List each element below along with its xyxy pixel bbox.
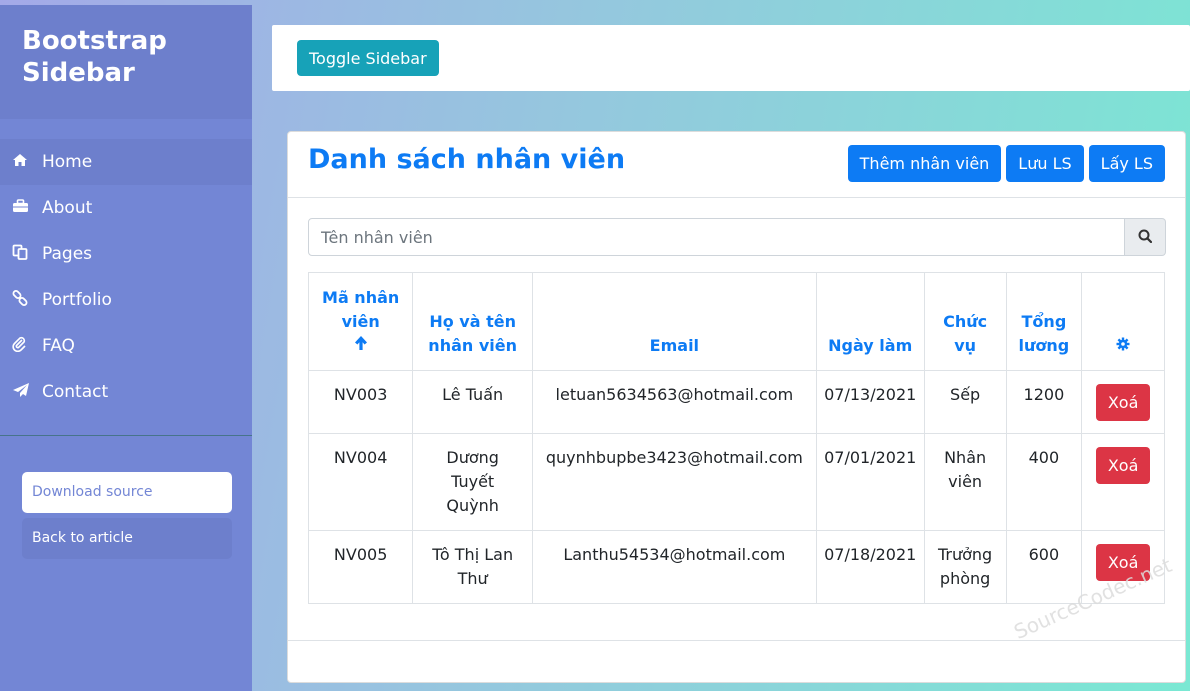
toggle-sidebar-button[interactable]: Toggle Sidebar [297, 40, 439, 76]
cell-name-text: Tô Thị Lan Thư [432, 545, 514, 588]
paperclip-icon [12, 336, 42, 356]
sidebar-item-faq[interactable]: FAQ [0, 323, 252, 369]
card-header: Danh sách nhân viên Thêm nhân viên Lưu L… [288, 132, 1185, 198]
sidebar-item-home[interactable]: Home [0, 139, 252, 185]
cell-actions: Xoá [1081, 433, 1165, 531]
sidebar-header: Bootstrap Sidebar [0, 5, 252, 119]
column-header-date[interactable]: Ngày làm [815, 272, 925, 371]
delete-button[interactable]: Xoá [1095, 447, 1151, 484]
load-local-storage-button[interactable]: Lấy LS [1088, 145, 1165, 182]
cell-role: Trưởng phòng [923, 530, 1007, 604]
sidebar-nav: Home About Pages Portfolio FAQ Contact [0, 139, 252, 415]
cell-salary: 400 [1005, 433, 1083, 531]
sidebar-item-label: Pages [42, 244, 93, 264]
column-header-label: Ngày làm [828, 336, 913, 355]
column-header-id[interactable]: Mã nhân viên [307, 272, 414, 371]
header-actions: Thêm nhân viên Lưu LS Lấy LS [847, 145, 1165, 182]
sort-arrow-up-icon [317, 334, 404, 358]
cell-id: NV003 [307, 370, 414, 434]
column-header-email[interactable]: Email [531, 272, 817, 371]
sidebar-item-portfolio[interactable]: Portfolio [0, 277, 252, 323]
column-header-label: Họ và tên nhân viên [428, 312, 517, 355]
cell-salary: 1200 [1005, 370, 1083, 434]
cell-date: 07/18/2021 [815, 530, 925, 604]
table-row: NV003 Lê Tuấn letuan5634563@hotmail.com … [307, 370, 1165, 434]
sidebar-item-label: Portfolio [42, 290, 112, 310]
card-footer [288, 640, 1185, 641]
cell-name: Dương Tuyết Quỳnh [412, 433, 533, 531]
sidebar-item-pages[interactable]: Pages [0, 231, 252, 277]
employee-card: Danh sách nhân viên Thêm nhân viên Lưu L… [287, 131, 1186, 683]
column-header-label: Tổng lương [1018, 312, 1070, 355]
column-header-label: Mã nhân viên [322, 288, 400, 331]
employee-table: Mã nhân viên Họ và tên nhân viên Email N… [307, 272, 1165, 604]
page-title: Danh sách nhân viên [308, 144, 626, 175]
cell-email: quynhbupbe3423@hotmail.com [531, 433, 817, 531]
delete-button[interactable]: Xoá [1095, 384, 1151, 421]
column-header-label: Chức vụ [943, 312, 988, 355]
briefcase-icon [12, 199, 42, 217]
cell-role-text: Nhân viên [944, 448, 987, 491]
sidebar-divider [0, 435, 252, 436]
column-header-name[interactable]: Họ và tên nhân viên [412, 272, 533, 371]
column-header-actions [1081, 272, 1165, 371]
cell-id: NV004 [307, 433, 414, 531]
sidebar-title: Bootstrap Sidebar [22, 26, 167, 88]
cell-name-text: Dương Tuyết Quỳnh [446, 448, 499, 515]
back-to-article-button[interactable]: Back to article [22, 518, 232, 559]
link-icon [12, 290, 42, 310]
search-icon [1138, 228, 1153, 247]
cell-name: Lê Tuấn [412, 370, 533, 434]
cell-date: 07/01/2021 [815, 433, 925, 531]
sidebar-item-about[interactable]: About [0, 185, 252, 231]
cell-salary: 600 [1005, 530, 1083, 604]
column-header-salary[interactable]: Tổng lương [1005, 272, 1083, 371]
cell-id: NV005 [307, 530, 414, 604]
sidebar-item-label: About [42, 198, 93, 218]
cell-role: Nhân viên [923, 433, 1007, 531]
sidebar-item-contact[interactable]: Contact [0, 369, 252, 415]
cell-email: letuan5634563@hotmail.com [531, 370, 817, 434]
sidebar-item-label: Home [42, 152, 93, 172]
column-header-role[interactable]: Chức vụ [923, 272, 1007, 371]
paper-plane-icon [12, 382, 42, 402]
search-input[interactable] [308, 218, 1125, 256]
column-header-label: Email [649, 336, 700, 355]
cell-actions: Xoá [1081, 370, 1165, 434]
sidebar-item-label: Contact [42, 382, 109, 402]
cell-date: 07/13/2021 [815, 370, 925, 434]
download-source-button[interactable]: Download source [22, 472, 232, 513]
add-employee-button[interactable]: Thêm nhân viên [847, 145, 1002, 182]
cell-name: Tô Thị Lan Thư [412, 530, 533, 604]
table-row: NV004 Dương Tuyết Quỳnh quynhbupbe3423@h… [307, 433, 1165, 531]
home-icon [12, 153, 42, 171]
cell-role-text: Trưởng phòng [937, 545, 993, 588]
table-row: NV005 Tô Thị Lan Thư Lanthu54534@hotmail… [307, 530, 1165, 604]
copy-icon [12, 244, 42, 264]
top-navbar: Toggle Sidebar [272, 25, 1190, 91]
cell-email: Lanthu54534@hotmail.com [531, 530, 817, 604]
gear-icon [1116, 336, 1130, 355]
table-header-row: Mã nhân viên Họ và tên nhân viên Email N… [307, 272, 1165, 371]
sidebar: Bootstrap Sidebar Home About Pages Portf… [0, 5, 252, 691]
cell-role: Sếp [923, 370, 1007, 434]
sidebar-item-label: FAQ [42, 336, 75, 356]
search-group [308, 218, 1166, 256]
search-button[interactable] [1125, 218, 1166, 256]
save-local-storage-button[interactable]: Lưu LS [1006, 145, 1084, 182]
